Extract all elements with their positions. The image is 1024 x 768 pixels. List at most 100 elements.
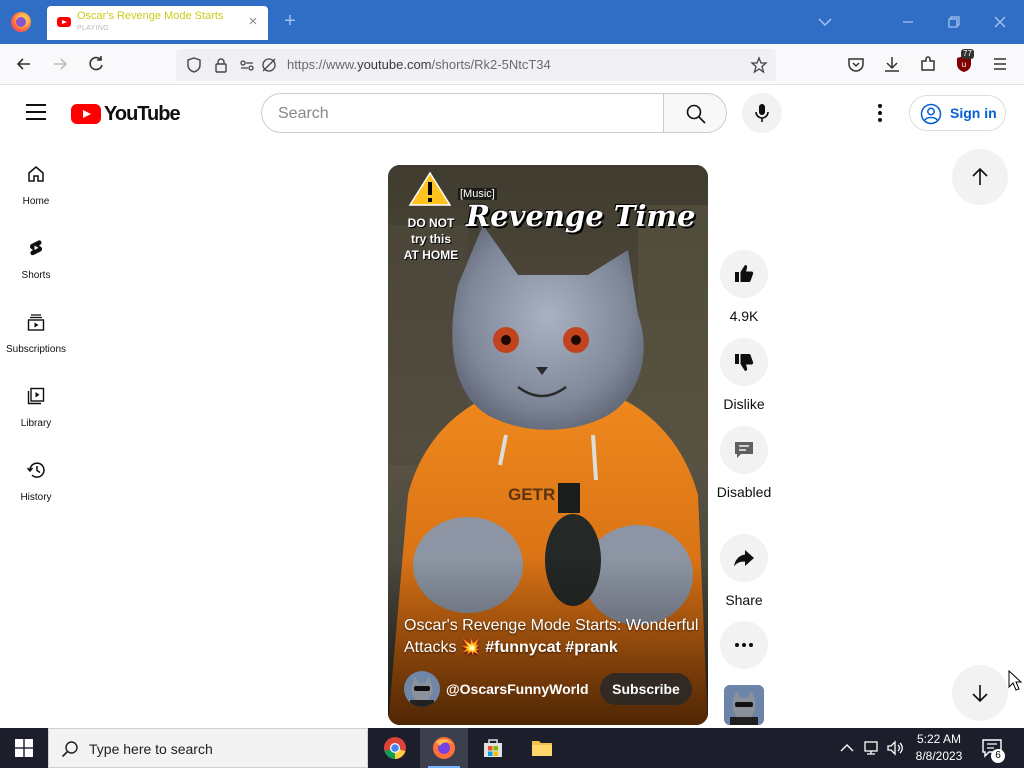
- dislike-label: Dislike: [723, 396, 765, 412]
- microsoft-store-icon: [484, 739, 502, 757]
- tab-title: Oscar's Revenge Mode Starts: [77, 10, 224, 22]
- short-hashtags[interactable]: #funnycat #prank: [485, 639, 617, 656]
- shorts-icon: [30, 240, 42, 256]
- guide-menu-icon[interactable]: [26, 104, 46, 120]
- svg-text:u: u: [962, 60, 966, 69]
- app-menu-icon[interactable]: [990, 54, 1010, 74]
- comments-disabled-label: Disabled: [716, 484, 772, 500]
- url-text: https://www.youtube.com/shorts/Rk2-5NtcT…: [287, 57, 551, 72]
- guide-label-history: History: [20, 492, 52, 503]
- guide-label-shorts: Shorts: [21, 270, 51, 281]
- tab-playing-status: PLAYING: [77, 25, 109, 32]
- extensions-puzzle-icon[interactable]: [918, 54, 938, 74]
- cat-avatar-image: [404, 671, 440, 707]
- lock-icon[interactable]: [212, 56, 230, 74]
- warning-line-1: DO NOT: [407, 216, 455, 230]
- mouse-cursor-icon: [1008, 670, 1022, 691]
- clock-time: 5:22 AM: [916, 732, 962, 746]
- firefox-logo-icon[interactable]: [11, 12, 31, 32]
- reload-icon[interactable]: [86, 54, 106, 74]
- browser-tab-active[interactable]: Oscar's Revenge Mode Starts PLAYING ×: [47, 6, 268, 40]
- address-bar[interactable]: https://www.youtube.com/shorts/Rk2-5NtcT…: [176, 49, 776, 81]
- microphone-icon: [755, 104, 769, 122]
- taskbar-clock[interactable]: 5:22 AM 8/8/2023: [910, 731, 968, 765]
- guide-item-history[interactable]: History: [0, 460, 72, 530]
- thumbs-up-icon: [735, 265, 754, 282]
- video-overlay-title: Revenge Time: [466, 199, 696, 233]
- guide-label-home: Home: [22, 196, 50, 207]
- volume-icon[interactable]: [885, 738, 905, 758]
- guide-item-subscriptions[interactable]: Subscriptions: [0, 312, 72, 382]
- taskbar-firefox[interactable]: [420, 728, 468, 768]
- taskbar-search-placeholder: Type here to search: [89, 741, 213, 757]
- tab-close-icon[interactable]: ×: [245, 14, 261, 30]
- network-icon[interactable]: [861, 738, 881, 758]
- new-tab-button[interactable]: +: [280, 11, 300, 31]
- like-button[interactable]: [720, 250, 768, 298]
- youtube-play-logo-icon: [71, 104, 101, 124]
- downloads-icon[interactable]: [882, 54, 902, 74]
- back-arrow-icon[interactable]: [14, 54, 34, 74]
- search-box: [261, 93, 664, 133]
- permissions-icon[interactable]: [238, 56, 256, 74]
- window-close-icon[interactable]: [990, 12, 1010, 32]
- channel-name[interactable]: @OscarsFunnyWorld: [446, 681, 589, 697]
- browser-titlebar: Oscar's Revenge Mode Starts PLAYING × +: [0, 0, 1024, 44]
- next-short-button[interactable]: [952, 665, 1008, 721]
- taskbar-store[interactable]: [469, 728, 517, 768]
- window-minimize-icon[interactable]: [898, 12, 918, 32]
- taskbar-search-box[interactable]: Type here to search: [48, 728, 368, 768]
- subscribe-button[interactable]: Subscribe: [600, 673, 692, 705]
- comments-button[interactable]: [720, 426, 768, 474]
- channel-avatar[interactable]: [404, 671, 440, 707]
- cat-sound-thumbnail-image: [724, 685, 764, 725]
- subscriptions-icon: [27, 314, 45, 331]
- library-icon: [27, 387, 45, 405]
- window-restore-icon[interactable]: [944, 12, 964, 32]
- sign-in-button[interactable]: Sign in: [909, 95, 1006, 131]
- tab-list-chevron-icon[interactable]: [815, 13, 835, 31]
- arrow-up-icon: [972, 167, 988, 185]
- sound-thumbnail[interactable]: [724, 685, 764, 725]
- taskbar-file-explorer[interactable]: [518, 728, 566, 768]
- short-title[interactable]: Oscar's Revenge Mode Starts: Wonderful A…: [404, 615, 700, 659]
- voice-search-button[interactable]: [742, 93, 782, 133]
- settings-more-icon[interactable]: [868, 101, 892, 125]
- arrow-down-icon: [972, 685, 988, 703]
- more-horizontal-icon: [735, 643, 753, 647]
- share-button[interactable]: [720, 534, 768, 582]
- search-input[interactable]: [278, 103, 638, 125]
- short-video-player[interactable]: GETR H [Music] Revenge Time DO NOT try t…: [388, 165, 708, 725]
- guide-item-shorts[interactable]: Shorts: [0, 238, 72, 308]
- youtube-logo[interactable]: YouTube: [71, 103, 181, 125]
- guide-label-library: Library: [20, 418, 52, 429]
- autoplay-blocked-icon[interactable]: [260, 56, 278, 74]
- guide-item-library[interactable]: Library: [0, 386, 72, 456]
- folder-icon: [532, 741, 552, 756]
- chrome-icon: [384, 737, 406, 759]
- forward-arrow-icon[interactable]: [50, 54, 70, 74]
- notification-count-badge: 6: [991, 749, 1005, 763]
- bookmark-star-icon[interactable]: [750, 56, 768, 74]
- dislike-button[interactable]: [720, 338, 768, 386]
- url-domain: youtube.com: [357, 57, 432, 72]
- guide-item-home[interactable]: Home: [0, 164, 72, 234]
- start-button[interactable]: [0, 728, 48, 768]
- taskbar-chrome[interactable]: [371, 728, 419, 768]
- home-icon: [28, 166, 44, 182]
- search-button[interactable]: [663, 93, 727, 133]
- previous-short-button[interactable]: [952, 149, 1008, 205]
- youtube-logo-text: YouTube: [104, 103, 181, 125]
- windows-logo-icon: [15, 739, 33, 757]
- show-hidden-icons-chevron-icon[interactable]: [837, 738, 857, 758]
- firefox-taskbar-icon: [433, 737, 455, 759]
- clock-date: 8/8/2023: [915, 749, 963, 763]
- comment-icon: [735, 442, 753, 458]
- tracking-shield-icon[interactable]: [185, 56, 203, 74]
- more-actions-button[interactable]: [720, 621, 768, 669]
- pocket-icon[interactable]: [846, 54, 866, 74]
- windows-taskbar: Type here to search 5:22 AM 8/8/2023 6: [0, 728, 1024, 768]
- sign-in-label: Sign in: [950, 105, 997, 121]
- taskbar-search-icon: [61, 741, 78, 758]
- ublock-blocked-count: 77: [961, 49, 974, 59]
